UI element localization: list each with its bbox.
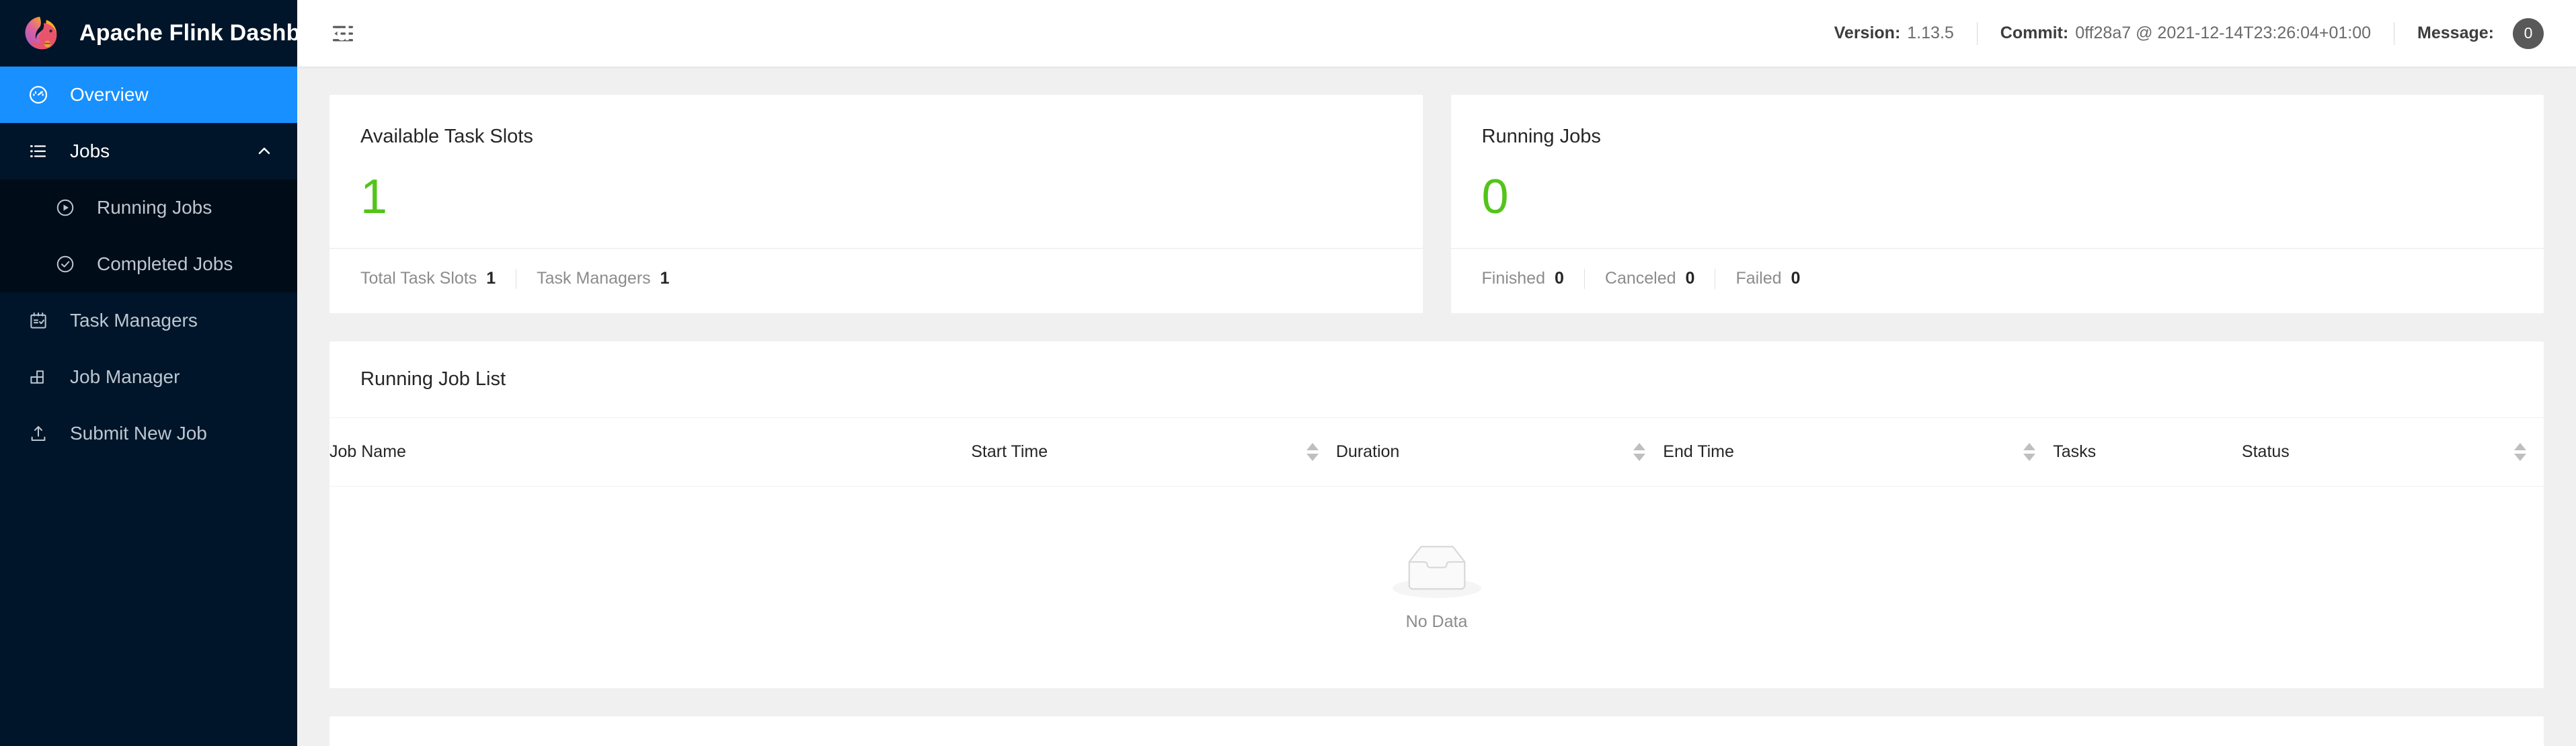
panel-title: Completed Job List	[329, 716, 2544, 746]
blocks-icon	[26, 364, 51, 390]
stat-label: Canceled	[1604, 269, 1676, 288]
message-label: Message:	[2417, 24, 2494, 42]
running-jobs-value: 0	[1481, 169, 1509, 224]
sidebar-item-running-jobs[interactable]: Running Jobs	[0, 179, 297, 236]
column-header-tasks[interactable]: Tasks	[2053, 417, 2242, 487]
content-area: Available Task Slots 1 Total Task Slots …	[297, 67, 2576, 746]
sidebar-nav: Overview Jobs Running Jobs Completed Job…	[0, 67, 297, 462]
divider	[1584, 268, 1585, 289]
column-label: Duration	[1335, 442, 1400, 461]
sort-arrows-icon[interactable]	[2023, 442, 2036, 461]
running-job-table: Job Name Start Time Duration End Time Ta…	[329, 417, 2544, 688]
column-label: End Time	[1663, 442, 1734, 461]
list-icon	[26, 138, 51, 164]
schedule-icon	[26, 308, 51, 333]
column-label: Status	[2241, 442, 2290, 461]
chevron-up-icon[interactable]	[256, 142, 273, 160]
table-header-row: Job Name Start Time Duration End Time Ta…	[329, 417, 2544, 487]
stat-value: 0	[1555, 269, 1564, 288]
sort-arrows-icon[interactable]	[1633, 442, 1646, 461]
sidebar-group-jobs[interactable]: Jobs	[0, 123, 297, 179]
finished-stat: Finished 0	[1482, 269, 1564, 288]
running-job-list-panel: Running Job List Job Name Start Time Dur…	[329, 341, 2544, 688]
column-label: Start Time	[971, 442, 1048, 461]
sidebar-item-completed-jobs[interactable]: Completed Jobs	[0, 236, 297, 292]
empty-text: No Data	[1405, 612, 1468, 632]
column-label: Job Name	[329, 442, 406, 461]
table-body: No Data	[329, 486, 2544, 688]
sidebar-item-label: Overview	[70, 84, 149, 105]
stat-value: 1	[486, 269, 496, 288]
stat-label: Task Managers	[537, 269, 651, 288]
card-title: Available Task Slots	[360, 126, 533, 147]
main-area: Version: 1.13.5 Commit: 0ff28a7 @ 2021-1…	[297, 0, 2576, 746]
column-label: Tasks	[2053, 442, 2097, 461]
app-root: Apache Flink Dashboard Overview Jobs Run…	[0, 0, 2576, 746]
empty-cell: No Data	[329, 486, 2544, 688]
column-header-status[interactable]: Status	[2241, 417, 2544, 487]
topbar: Version: 1.13.5 Commit: 0ff28a7 @ 2021-1…	[297, 0, 2576, 67]
brand[interactable]: Apache Flink Dashboard	[0, 0, 350, 67]
sidebar-item-label: Submit New Job	[70, 423, 207, 444]
version-value: 1.13.5	[1907, 24, 1954, 42]
failed-stat: Failed 0	[1735, 269, 1800, 288]
sidebar-group-label: Jobs	[70, 140, 110, 161]
sort-arrows-icon[interactable]	[1306, 442, 1319, 461]
sidebar-item-task-managers[interactable]: Task Managers	[0, 292, 297, 349]
dashboard-icon	[26, 82, 51, 108]
commit-label: Commit:	[2000, 24, 2069, 42]
empty-inbox-icon	[1392, 542, 1481, 603]
sidebar-item-label: Completed Jobs	[97, 253, 233, 274]
brand-title: Apache Flink Dashboard	[79, 20, 351, 46]
check-circle-icon	[52, 251, 78, 277]
sort-arrows-icon[interactable]	[2514, 442, 2526, 461]
stat-value: 0	[1791, 269, 1801, 288]
total-task-slots-stat: Total Task Slots 1	[360, 269, 496, 288]
empty-row: No Data	[329, 486, 2544, 688]
card-footer: Finished 0 Canceled 0 Failed 0	[1451, 249, 2544, 313]
divider	[1976, 22, 1978, 45]
message-count-badge[interactable]: 0	[2513, 17, 2544, 49]
task-managers-stat: Task Managers 1	[537, 269, 669, 288]
column-header-duration[interactable]: Duration	[1335, 417, 1664, 487]
panel-title: Running Job List	[329, 341, 2544, 418]
upload-icon	[26, 421, 51, 446]
empty-state: No Data	[329, 487, 2544, 688]
stat-value: 0	[1685, 269, 1695, 288]
sidebar-item-job-manager[interactable]: Job Manager	[0, 349, 297, 405]
stat-label: Failed	[1735, 269, 1782, 288]
stat-label: Finished	[1481, 269, 1546, 288]
column-header-job-name[interactable]: Job Name	[329, 417, 972, 487]
sidebar-submenu-jobs: Running Jobs Completed Jobs	[0, 179, 297, 292]
sidebar-item-label: Running Jobs	[97, 197, 212, 218]
commit-value: 0ff28a7 @ 2021-12-14T23:26:04+01:00	[2075, 24, 2372, 42]
stat-label: Total Task Slots	[360, 269, 477, 288]
stat-value: 1	[660, 269, 670, 288]
available-task-slots-card: Available Task Slots 1 Total Task Slots …	[329, 95, 1423, 313]
column-header-start-time[interactable]: Start Time	[971, 417, 1336, 487]
available-task-slots-value: 1	[360, 169, 388, 224]
version-label: Version:	[1834, 24, 1901, 42]
sidebar-item-overview[interactable]: Overview	[0, 67, 297, 123]
card-footer: Total Task Slots 1 Task Managers 1	[329, 249, 1423, 313]
summary-cards: Available Task Slots 1 Total Task Slots …	[329, 95, 2544, 313]
canceled-stat: Canceled 0	[1605, 269, 1695, 288]
flink-squirrel-logo-icon	[20, 13, 62, 54]
completed-job-list-panel: Completed Job List	[329, 716, 2544, 746]
play-circle-icon	[52, 195, 78, 220]
column-header-end-time[interactable]: End Time	[1663, 417, 2054, 487]
running-jobs-card: Running Jobs 0 Finished 0 Canceled 0 Fai…	[1450, 95, 2544, 313]
sidebar: Apache Flink Dashboard Overview Jobs Run…	[0, 0, 350, 746]
card-title: Running Jobs	[1481, 126, 1601, 147]
sidebar-item-label: Job Manager	[70, 366, 180, 387]
sidebar-item-label: Task Managers	[70, 310, 198, 331]
topbar-info: Version: 1.13.5 Commit: 0ff28a7 @ 2021-1…	[1834, 17, 2544, 49]
sidebar-item-submit-new-job[interactable]: Submit New Job	[0, 405, 297, 462]
